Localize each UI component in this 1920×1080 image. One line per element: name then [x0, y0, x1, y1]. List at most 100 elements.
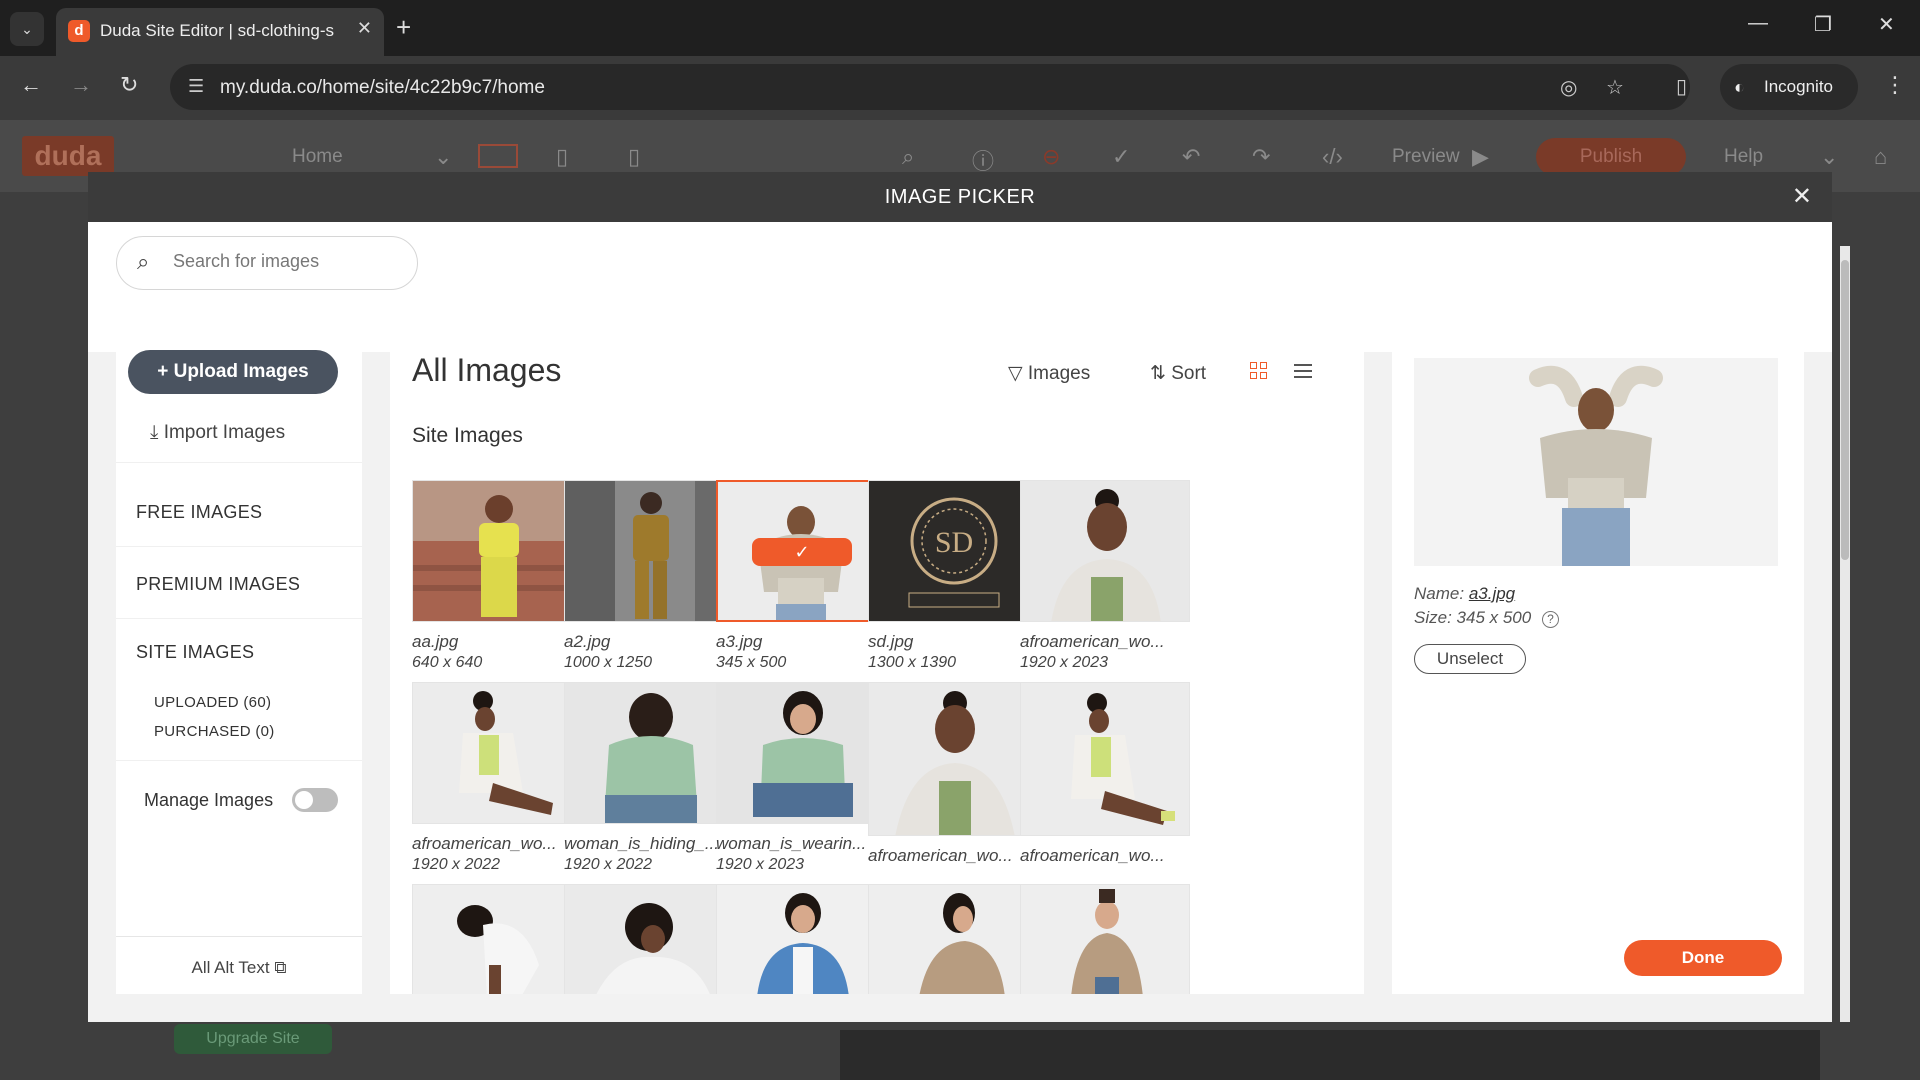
- image-filename: afroamerican_wo...: [1020, 846, 1165, 865]
- image-picker-modal: IMAGE PICKER ✕ ⌕ + Upload Images ⤓ Impor…: [88, 172, 1832, 1022]
- browser-menu-icon[interactable]: ⋮: [1884, 72, 1906, 98]
- modal-title: IMAGE PICKER: [884, 186, 1036, 208]
- upload-images-button[interactable]: + Upload Images: [128, 350, 338, 394]
- image-filename: a3.jpg: [716, 632, 763, 651]
- window-close-icon[interactable]: ✕: [1878, 12, 1895, 37]
- image-filename: woman_is_hiding_...: [564, 834, 719, 853]
- page-dropdown-icon[interactable]: ⌄: [434, 144, 452, 170]
- page-select[interactable]: Home: [292, 146, 343, 168]
- modal-header: IMAGE PICKER ✕: [88, 172, 1832, 222]
- reload-icon[interactable]: ↻: [120, 72, 138, 98]
- tab-close-icon[interactable]: ✕: [357, 18, 372, 39]
- nav-purchased[interactable]: PURCHASED (0): [154, 723, 275, 740]
- filter-icon: ▽: [1008, 363, 1028, 384]
- back-icon[interactable]: ←: [20, 72, 42, 98]
- minimize-icon[interactable]: —: [1748, 12, 1768, 35]
- image-thumbnail[interactable]: [412, 884, 582, 994]
- image-thumbnail[interactable]: SD: [868, 480, 1038, 622]
- help-dropdown-icon[interactable]: ⌄: [1820, 144, 1838, 170]
- code-icon[interactable]: ‹/›: [1322, 144, 1343, 170]
- image-thumbnail[interactable]: [564, 682, 734, 824]
- selected-check-icon: ✓: [752, 538, 852, 566]
- preview-button[interactable]: Preview: [1392, 146, 1460, 168]
- image-filename: aa.jpg: [412, 632, 459, 651]
- list-view-icon[interactable]: [1294, 363, 1312, 381]
- image-filename: sd.jpg: [868, 632, 914, 651]
- image-thumbnail[interactable]: [564, 480, 734, 622]
- nav-uploaded[interactable]: UPLOADED (60): [154, 694, 271, 711]
- status-icon[interactable]: ⊖: [1042, 144, 1060, 170]
- unselect-button[interactable]: Unselect: [1414, 644, 1526, 674]
- duda-logo: duda: [22, 136, 114, 176]
- image-source-nav: + Upload Images ⤓ Import Images FREE IMA…: [116, 330, 362, 994]
- modal-close-icon[interactable]: ✕: [1792, 182, 1812, 211]
- tab-title: Duda Site Editor | sd-clothing-s: [100, 21, 335, 40]
- image-thumbnail[interactable]: [1020, 480, 1190, 622]
- tab-search-dropdown[interactable]: ⌄: [10, 12, 44, 46]
- incognito-icon: ◐: [1734, 77, 1745, 97]
- restore-icon[interactable]: ❐: [1814, 12, 1832, 37]
- image-thumbnail[interactable]: [412, 682, 582, 824]
- image-name-row: Name: a3.jpg: [1414, 584, 1516, 603]
- new-tab-icon[interactable]: +: [396, 12, 411, 42]
- import-images-button[interactable]: ⤓ Import Images: [150, 422, 285, 444]
- editor-search-icon[interactable]: ⌕: [902, 144, 914, 170]
- scrollbar-thumb[interactable]: [1841, 260, 1849, 560]
- image-thumbnail[interactable]: [868, 884, 1038, 994]
- nav-divider: [116, 618, 362, 619]
- upgrade-site-button[interactable]: Upgrade Site: [174, 1024, 332, 1054]
- image-thumbnail[interactable]: [716, 884, 886, 994]
- toggle-knob: [295, 791, 313, 809]
- plus-icon: +: [157, 361, 174, 382]
- undo-icon[interactable]: ↶: [1182, 144, 1200, 170]
- help-button[interactable]: Help: [1724, 146, 1763, 168]
- browser-tabbar: ⌄ d Duda Site Editor | sd-clothing-s ✕ +…: [0, 0, 1920, 56]
- image-thumbnail[interactable]: [564, 884, 734, 994]
- grid-view-icon[interactable]: [1250, 362, 1268, 380]
- done-button[interactable]: Done: [1624, 940, 1782, 976]
- image-thumbnail[interactable]: [412, 480, 582, 622]
- editor-left-panel: [0, 192, 88, 1080]
- image-search-input[interactable]: [173, 251, 403, 272]
- sort-button[interactable]: ⇅ Sort: [1150, 362, 1206, 385]
- image-dimensions: 1920 x 2022: [564, 856, 653, 873]
- canvas-photo: [840, 1030, 1820, 1080]
- side-panel-icon[interactable]: ▯: [1676, 74, 1687, 99]
- image-thumbnail[interactable]: [716, 682, 886, 824]
- all-alt-text-link[interactable]: All Alt Text ⧉: [116, 958, 362, 978]
- tracking-protection-icon[interactable]: ◎: [1560, 75, 1577, 100]
- filter-images-button[interactable]: ▽ Images: [1008, 362, 1090, 385]
- image-thumbnail[interactable]: [1020, 682, 1190, 836]
- browser-tab[interactable]: d Duda Site Editor | sd-clothing-s ✕: [56, 8, 384, 56]
- checkmark-icon[interactable]: ✓: [1112, 144, 1130, 170]
- image-thumbnail[interactable]: [1020, 884, 1190, 994]
- nav-site-images[interactable]: SITE IMAGES: [136, 642, 254, 663]
- image-filename: afroamerican_wo...: [1020, 632, 1165, 651]
- image-name-value[interactable]: a3.jpg: [1469, 584, 1515, 603]
- manage-images-toggle[interactable]: [292, 788, 338, 812]
- tablet-view-icon[interactable]: ▯: [556, 144, 568, 170]
- image-dimensions: 1920 x 2022: [412, 856, 501, 873]
- redo-icon[interactable]: ↷: [1252, 144, 1270, 170]
- bookmark-star-icon[interactable]: ☆: [1606, 75, 1624, 100]
- nav-free-images[interactable]: FREE IMAGES: [136, 502, 262, 523]
- search-icon: ⌕: [137, 249, 150, 274]
- publish-button[interactable]: Publish: [1536, 138, 1686, 176]
- incognito-badge[interactable]: ◐ Incognito: [1720, 64, 1858, 110]
- image-search-box[interactable]: ⌕: [116, 236, 418, 290]
- image-size-row: Size: 345 x 500 ?: [1414, 608, 1559, 628]
- site-settings-icon[interactable]: ☰: [188, 76, 204, 97]
- image-thumbnail[interactable]: ✓: [716, 480, 886, 622]
- forward-icon[interactable]: →: [70, 72, 92, 98]
- download-icon: ⤓: [150, 422, 164, 443]
- image-thumbnail[interactable]: [868, 682, 1038, 836]
- image-dimensions: 1920 x 2023: [716, 856, 805, 873]
- mobile-view-icon[interactable]: ▯: [628, 144, 640, 170]
- preview-play-icon: ▶: [1472, 144, 1489, 169]
- home-icon[interactable]: ⌂: [1874, 144, 1887, 170]
- url-bar[interactable]: ☰ my.duda.co/home/site/4c22b9c7/home ◎ ☆: [170, 64, 1690, 110]
- help-icon[interactable]: ?: [1541, 611, 1559, 628]
- desktop-view-icon[interactable]: [478, 144, 518, 168]
- modal-scrollbar[interactable]: [1840, 246, 1850, 1022]
- nav-premium-images[interactable]: PREMIUM IMAGES: [136, 574, 300, 595]
